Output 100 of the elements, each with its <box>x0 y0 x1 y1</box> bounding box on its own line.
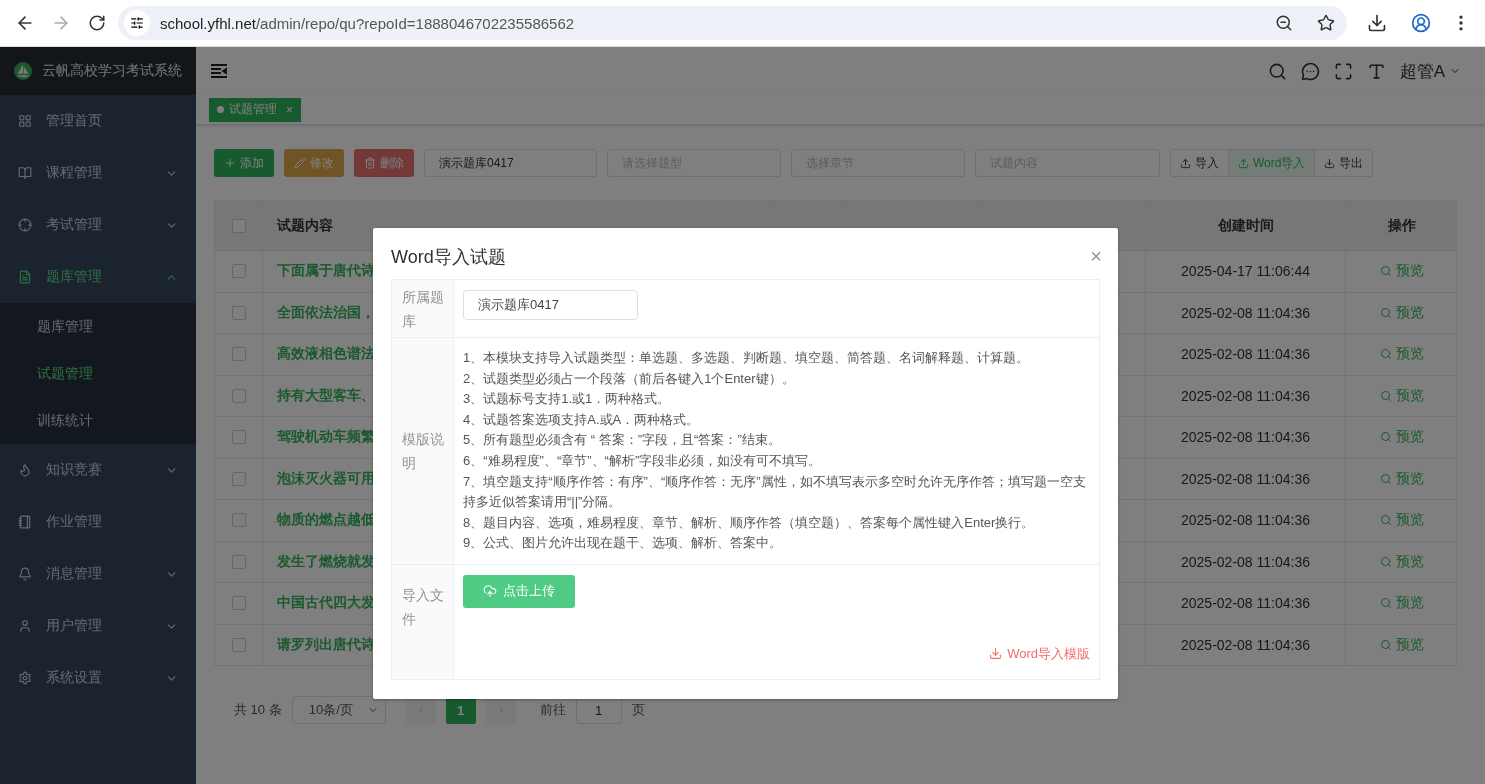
preview-link[interactable]: 预览 <box>1380 345 1424 364</box>
zoom-out-icon[interactable] <box>1275 14 1293 32</box>
question-text[interactable]: 驾驶机动车频繁 <box>277 428 375 447</box>
pencil-icon <box>294 157 306 169</box>
preview-link[interactable]: 预览 <box>1380 594 1424 613</box>
form-label: 所属题库 <box>402 287 445 331</box>
download-icon <box>989 647 1003 661</box>
import-button[interactable]: 导入 <box>1171 150 1229 176</box>
form-label: 模版说明 <box>402 429 445 473</box>
fullscreen-icon[interactable] <box>1333 61 1353 81</box>
row-checkbox[interactable] <box>231 347 246 362</box>
menu-toggle-icon[interactable] <box>210 63 228 79</box>
filter-field[interactable]: 演示题库0417 <box>424 149 597 177</box>
user-menu[interactable]: 超管A <box>1399 59 1461 83</box>
preview-link[interactable]: 预览 <box>1380 635 1424 654</box>
sidebar-item[interactable]: 知识竞赛 <box>0 444 196 496</box>
sidebar-item[interactable]: 管理首页 <box>0 95 196 147</box>
row-checkbox[interactable] <box>231 305 246 320</box>
row-checkbox[interactable] <box>231 264 246 279</box>
gear-icon <box>18 671 32 685</box>
import-button[interactable]: Word导入 <box>1229 150 1316 176</box>
plus-icon <box>224 157 236 169</box>
select-all-checkbox[interactable] <box>231 218 246 233</box>
row-checkbox[interactable] <box>231 471 246 486</box>
instruction-text: 1、本模块支持导入试题类型：单选题、多选题、判断题、填空题、简答题、名词解释题、计算题。 <box>463 349 1031 367</box>
search-icon <box>1380 597 1392 610</box>
sidebar-subitem[interactable]: 题库管理 <box>0 303 196 350</box>
instruction-text: 6、“难易程度”、“章节”、“解析”字段非必须，如没有可不填写。 <box>463 451 823 470</box>
row-checkbox[interactable] <box>231 554 246 569</box>
app-title: 云帆高校学习考试系统 <box>42 62 182 80</box>
notebook-icon <box>18 515 32 529</box>
bell-icon <box>18 567 32 581</box>
font-size-icon[interactable] <box>1366 61 1386 81</box>
preview-link[interactable]: 预览 <box>1380 262 1424 281</box>
page-tag[interactable]: 试题管理 × <box>209 97 301 122</box>
question-text[interactable]: 中国古代四大发 <box>277 594 375 613</box>
sidebar-subitem[interactable]: 试题管理 <box>0 350 196 397</box>
sidebar-item[interactable]: 题库管理 <box>0 251 196 303</box>
add-button[interactable]: 添加 <box>214 149 274 177</box>
template-download-link[interactable]: Word导入模版 <box>989 644 1090 663</box>
row-checkbox[interactable] <box>231 430 246 445</box>
site-info-icon[interactable] <box>124 10 150 36</box>
document-icon <box>18 270 32 284</box>
sidebar-item[interactable]: 作业管理 <box>0 496 196 548</box>
question-text[interactable]: 持有大型客车、 <box>277 386 375 405</box>
chat-icon[interactable] <box>1300 61 1320 81</box>
table-cell: 2025-02-08 11:04:36 <box>1181 512 1310 529</box>
profile-icon[interactable] <box>1411 13 1431 33</box>
search-icon[interactable] <box>1267 61 1287 81</box>
search-icon <box>1380 389 1392 402</box>
preview-link[interactable]: 预览 <box>1380 386 1424 405</box>
instruction-text: 5、所有题型必须含有 “ 答案：”字段，且“答案：”结束。 <box>463 431 782 450</box>
reload-icon[interactable] <box>88 14 106 32</box>
form-label: 导入文件 <box>402 585 445 629</box>
instruction-text: 4、试题答案选项支持A.或A．两种格式。 <box>463 410 701 429</box>
goto-label: 前往 <box>539 701 566 719</box>
search-icon <box>1380 472 1392 485</box>
close-button[interactable]: × <box>1090 245 1102 268</box>
row-checkbox[interactable] <box>231 596 246 611</box>
bank-field[interactable]: 演示题库0417 <box>463 290 638 320</box>
table-cell: 2025-02-08 11:04:36 <box>1181 595 1310 612</box>
user-icon <box>18 619 32 633</box>
page-suffix: 页 <box>631 701 645 719</box>
instruction-text: 9、公式、图片允许出现在题干、选项、解析、答案中。 <box>463 534 784 553</box>
flame-icon <box>18 463 32 477</box>
sidebar-item[interactable]: 课程管理 <box>0 147 196 199</box>
search-icon <box>1380 265 1392 278</box>
search-icon <box>1380 348 1392 361</box>
question-text[interactable]: 发生了燃烧就发 <box>277 552 375 571</box>
sidebar-item[interactable]: 考试管理 <box>0 199 196 251</box>
preview-link[interactable]: 预览 <box>1380 303 1424 322</box>
sidebar-subitem[interactable]: 训练统计 <box>0 397 196 444</box>
download-icon[interactable] <box>1367 13 1387 33</box>
total-count: 共 10 条 <box>234 701 282 719</box>
preview-link[interactable]: 预览 <box>1380 511 1424 530</box>
search-icon <box>1380 638 1392 651</box>
sidebar-item[interactable]: 系统设置 <box>0 652 196 704</box>
preview-link[interactable]: 预览 <box>1380 469 1424 488</box>
row-checkbox[interactable] <box>231 388 246 403</box>
star-icon[interactable] <box>1317 14 1335 32</box>
column-header: 操作 <box>1388 216 1416 235</box>
instruction-text: 8、题目内容、选项，难易程度、章节、解析、顺序作答（填空题）、答案每个属性键入Enter换行。 <box>463 513 1036 532</box>
download-icon <box>1324 157 1336 169</box>
search-icon <box>1380 555 1392 568</box>
upload-icon <box>1180 157 1191 169</box>
row-checkbox[interactable] <box>231 513 246 528</box>
preview-link[interactable]: 预览 <box>1380 552 1424 571</box>
question-text[interactable]: 全面依法治国， <box>277 303 375 322</box>
sidebar-item[interactable]: 消息管理 <box>0 548 196 600</box>
preview-link[interactable]: 预览 <box>1380 428 1424 447</box>
table-cell: 2025-02-08 11:04:36 <box>1181 429 1310 446</box>
instruction-text: 7、填空题支持“顺序作答：有序”、“顺序作答：无序”属性，如不填写表示多空时允许无序作答；填写题一空支持多近似答案请用“||”分隔。 <box>463 472 1087 512</box>
sidebar-item[interactable]: 用户管理 <box>0 600 196 652</box>
upload-button[interactable]: 点击上传 <box>463 574 575 608</box>
row-checkbox[interactable] <box>231 637 246 652</box>
table-cell: 2025-02-08 11:04:36 <box>1181 470 1310 487</box>
dialog-title: Word导入试题 <box>391 245 506 269</box>
table-cell: 2025-02-08 11:04:36 <box>1181 304 1310 321</box>
column-header: 试题内容 <box>277 216 333 235</box>
instruction-text: 3、试题标号支持1.或1．两种格式。 <box>463 390 672 409</box>
